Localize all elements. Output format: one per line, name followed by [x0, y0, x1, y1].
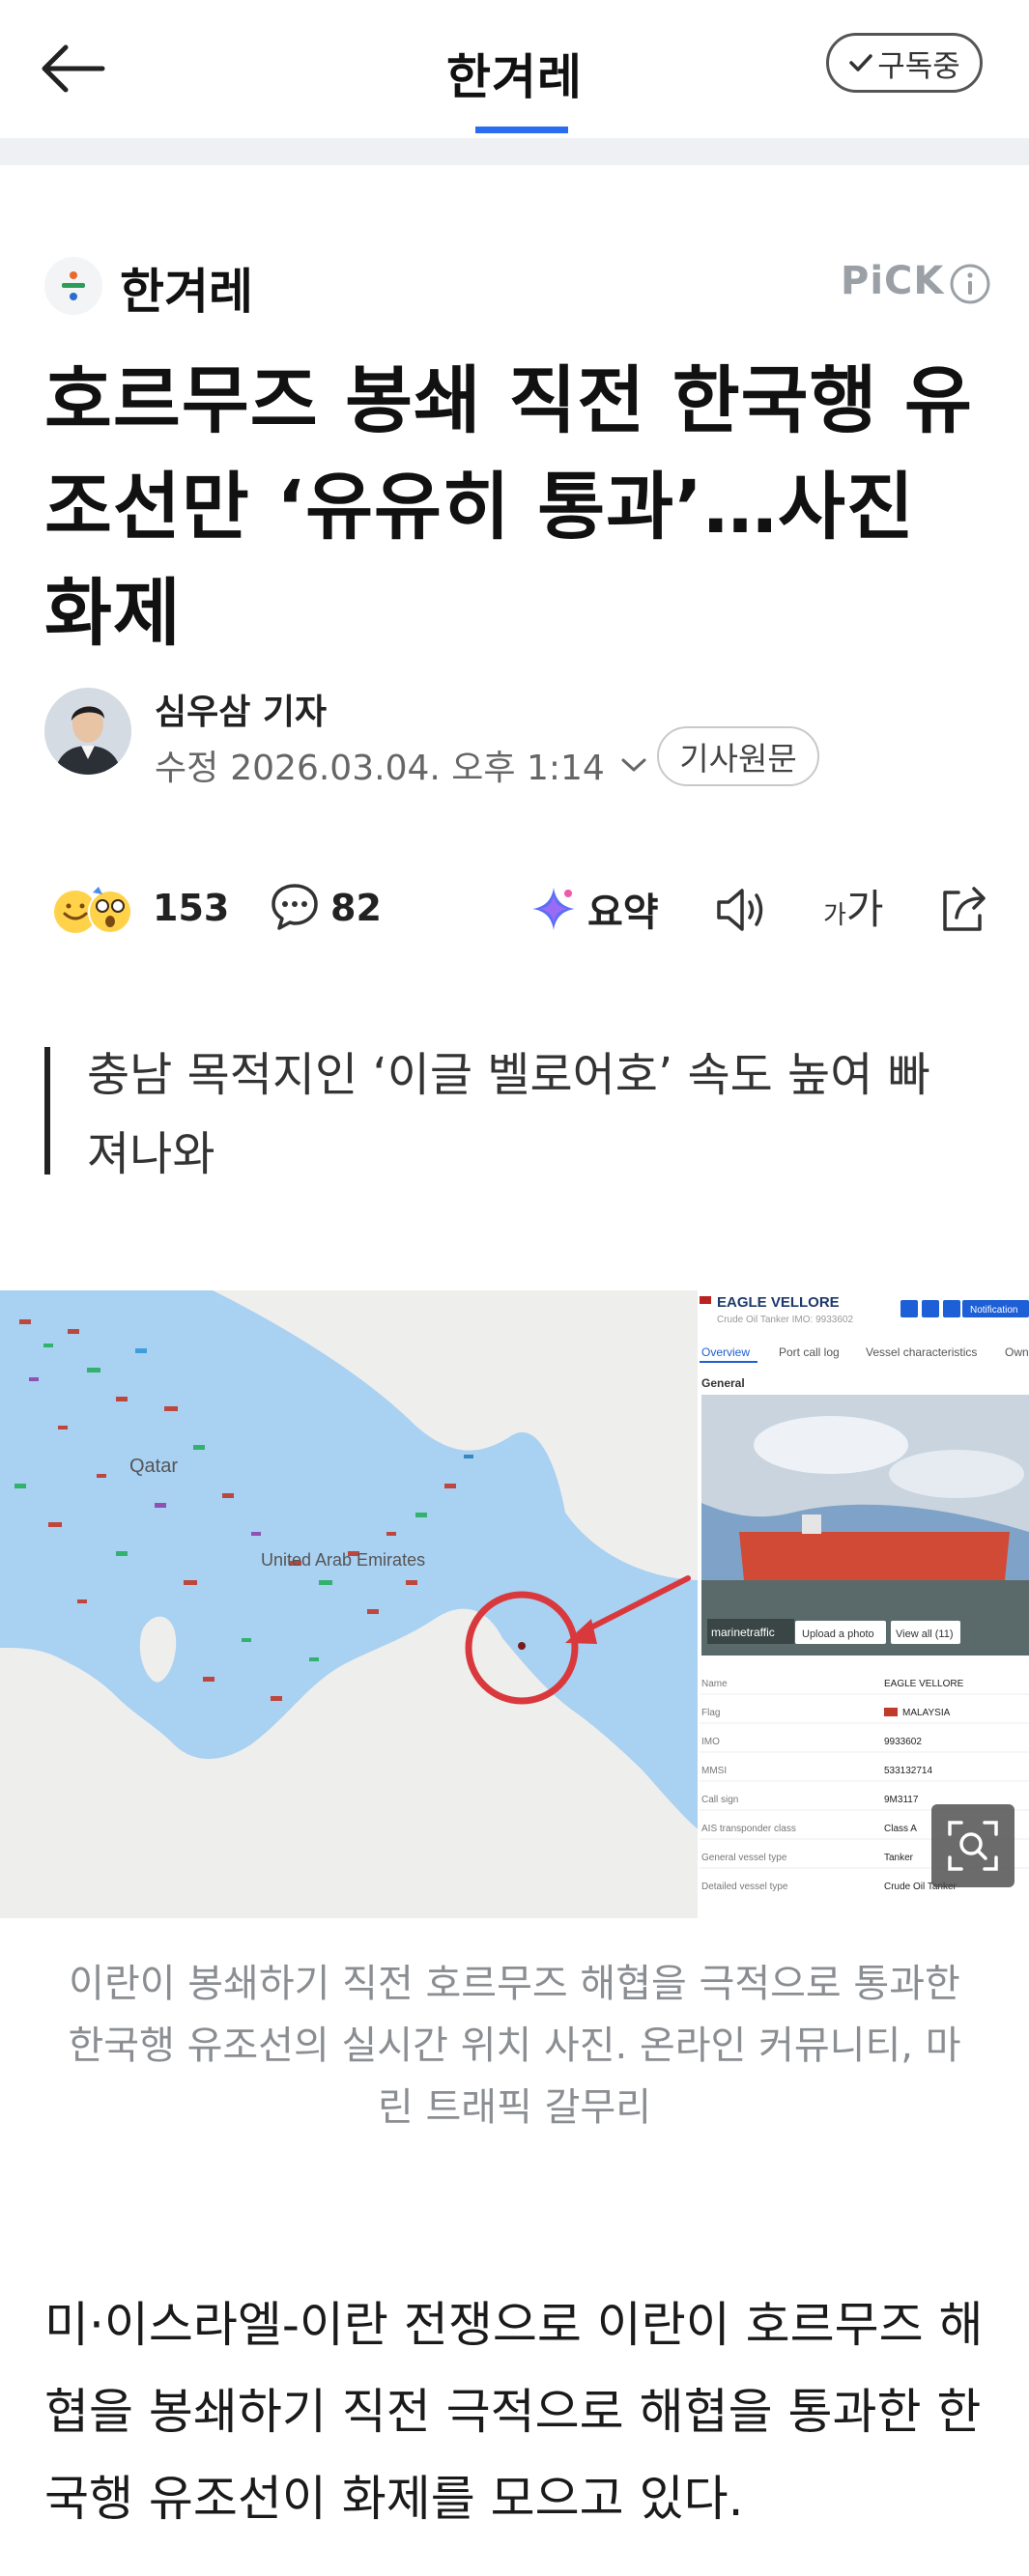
zoom-search-icon: [948, 1821, 998, 1871]
article-subtitle: 충남 목적지인 ‘이글 벨로어호’ 속도 높여 빠져나와: [87, 1048, 930, 1181]
svg-text:AIS transponder class: AIS transponder class: [701, 1824, 796, 1834]
title-underline: [475, 127, 568, 133]
svg-text:Crude Oil Tanker IMO: 9933602: Crude Oil Tanker IMO: 9933602: [717, 1315, 853, 1325]
subscribe-label: 구독중: [877, 48, 960, 84]
updated-timestamp: 2026.03.04. 오후 1:14: [230, 749, 605, 788]
check-icon: [849, 54, 872, 71]
article-body: 미·이스라엘-이란 전쟁으로 이란이 호르무즈 해협을 봉쇄하기 직전 극적으로…: [44, 2297, 984, 2527]
svg-text:Port call log: Port call log: [779, 1345, 840, 1359]
svg-text:Flag: Flag: [701, 1708, 720, 1718]
top-bar: 한겨레 구독중: [0, 0, 1029, 135]
reaction-count: 153: [153, 887, 230, 929]
updated-label: 수정: [155, 749, 219, 788]
pick-badge: PiCK: [841, 259, 945, 303]
updated-row[interactable]: 수정 2026.03.04. 오후 1:14: [155, 740, 647, 790]
map-label-qatar: Qatar: [129, 1456, 178, 1477]
svg-text:EAGLE VELLORE: EAGLE VELLORE: [717, 1294, 840, 1311]
svg-text:General vessel type: General vessel type: [701, 1853, 787, 1863]
svg-text:marinetraffic: marinetraffic: [711, 1626, 775, 1639]
font-size-big-glyph: 가: [845, 886, 884, 933]
subtitle-bar: [44, 1047, 50, 1175]
subscribe-button[interactable]: 구독중: [826, 33, 983, 93]
svg-text:Class A: Class A: [884, 1824, 917, 1834]
speaker-icon[interactable]: [711, 881, 769, 939]
summary-button[interactable]: 요약: [529, 875, 659, 943]
font-size-button[interactable]: 가 가: [823, 877, 884, 935]
svg-text:Upload a photo: Upload a photo: [802, 1628, 874, 1640]
reporter-avatar[interactable]: [44, 688, 131, 775]
map-screenshot: Qatar United Arab Emirates EAGLE VELLORE…: [0, 1290, 1029, 1918]
svg-text:IMO: IMO: [701, 1737, 720, 1747]
svg-text:Name: Name: [701, 1679, 728, 1689]
svg-text:533132714: 533132714: [884, 1766, 932, 1776]
svg-text:General: General: [701, 1376, 745, 1390]
summary-sparkle-icon: [532, 888, 575, 930]
svg-text:Notification: Notification: [970, 1305, 1017, 1316]
reporter-photo: [44, 688, 131, 775]
svg-text:Tanker: Tanker: [884, 1853, 914, 1863]
hani-logo-icon: [62, 271, 85, 300]
svg-text:Overview: Overview: [701, 1345, 750, 1359]
svg-text:EAGLE VELLORE: EAGLE VELLORE: [884, 1679, 964, 1689]
original-article-button[interactable]: 기사원문: [657, 726, 819, 786]
reporter-name[interactable]: 심우삼 기자: [155, 684, 327, 734]
summary-label: 요약: [587, 891, 659, 935]
article-photo[interactable]: Qatar United Arab Emirates EAGLE VELLORE…: [0, 1290, 1029, 1918]
svg-text:Call sign: Call sign: [701, 1795, 738, 1805]
comment-count: 82: [330, 887, 382, 929]
article-headline: 호르무즈 봉쇄 직전 한국행 유조선만 ‘유유히 통과’…사진 화제: [44, 357, 973, 656]
press-name[interactable]: 한겨레: [120, 253, 253, 323]
info-icon[interactable]: [949, 263, 991, 305]
svg-text:Detailed vessel type: Detailed vessel type: [701, 1882, 788, 1892]
map-label-uae: United Arab Emirates: [261, 1550, 425, 1570]
comment-icon[interactable]: [269, 881, 321, 933]
svg-text:9933602: 9933602: [884, 1737, 922, 1747]
share-icon[interactable]: [935, 879, 993, 937]
svg-text:Vessel characteristics: Vessel characteristics: [866, 1345, 977, 1359]
svg-text:View all (11): View all (11): [896, 1628, 954, 1640]
svg-text:MMSI: MMSI: [701, 1766, 727, 1776]
svg-text:Owne: Owne: [1005, 1345, 1029, 1359]
font-size-small-glyph: 가: [823, 901, 846, 930]
svg-text:MALAYSIA: MALAYSIA: [902, 1708, 951, 1718]
photo-caption: 이란이 봉쇄하기 직전 호르무즈 해협을 극적으로 통과한 한국행 유조선의 실…: [68, 1962, 961, 2130]
svg-text:9M3117: 9M3117: [884, 1795, 919, 1805]
divider-band: [0, 138, 1029, 165]
zoom-button[interactable]: [931, 1804, 1015, 1887]
chevron-down-icon: [621, 758, 646, 772]
press-logo[interactable]: [44, 257, 102, 315]
reaction-emoji-icon[interactable]: [50, 883, 143, 937]
